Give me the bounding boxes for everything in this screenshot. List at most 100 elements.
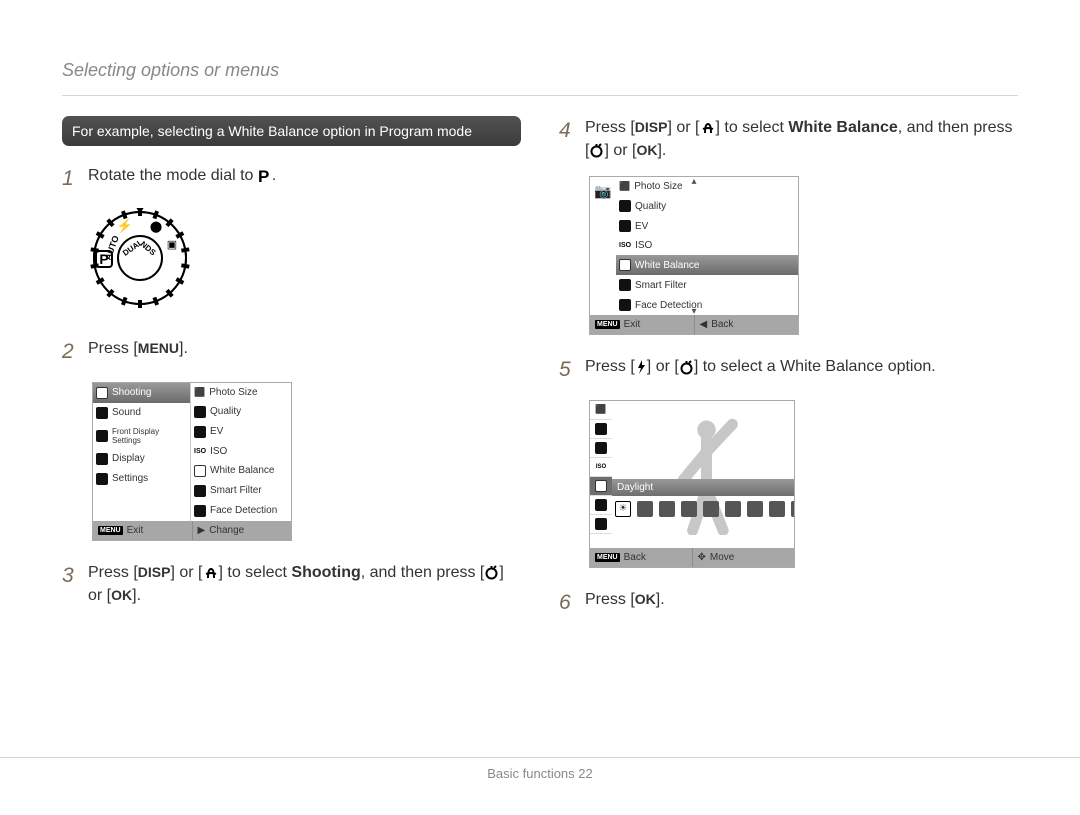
face-detection-icon (619, 299, 631, 311)
shooting-bold: Shooting (291, 564, 360, 581)
menu-tab-sound: Sound (93, 403, 190, 423)
wb-item-photo-size: ⬛Photo Size (616, 177, 798, 196)
iso-icon: ISO (619, 242, 631, 249)
step3-text-a: Press [ (88, 564, 138, 581)
wb-item-white-balance: White Balance (616, 255, 798, 275)
wb-option (791, 501, 795, 517)
step3-text-d: , and then press [ (361, 564, 485, 581)
sound-icon (96, 407, 108, 419)
step4-text-a: Press [ (585, 119, 635, 136)
macro-icon (203, 566, 219, 580)
quality-icon (619, 200, 631, 212)
ev-icon (619, 220, 631, 232)
step5-text-c: ] to select a White Balance option. (694, 358, 936, 375)
wb-option (747, 501, 763, 517)
page-footer: Basic functions 22 (0, 757, 1080, 781)
menu-item-smart-filter: Smart Filter (191, 481, 291, 501)
divider (62, 95, 1018, 96)
menu-item-photo-size: ⬛Photo Size (191, 383, 291, 402)
menu-tab-settings: Settings (93, 469, 190, 489)
step-number: 5 (559, 355, 575, 385)
menu-item-quality: Quality (191, 402, 291, 422)
wb-item-face-detection: Face Detection (616, 295, 798, 315)
step-number: 6 (559, 588, 575, 618)
wb-option (725, 501, 741, 517)
menu-item-ev: EV (191, 422, 291, 442)
page-header: Selecting options or menus (62, 60, 1018, 81)
wb-icon (595, 480, 607, 492)
footer-section: Basic functions (487, 766, 578, 781)
step1-text-b: . (272, 167, 276, 184)
lcd2-bar-exit: Exit (624, 319, 641, 330)
mode-dial-illustration: DUAL NDS AUTO P ⚡ ⬤ ▣ (90, 208, 521, 313)
disp-button-label: DISP (138, 564, 171, 580)
footer-page-number: 22 (578, 766, 592, 781)
iso-icon: ISO (194, 448, 206, 455)
step-4: 4 Press [DISP] or [] to select White Bal… (559, 116, 1018, 162)
timer-icon (589, 143, 604, 158)
lcd3-bar-move: Move (710, 552, 734, 563)
step-5: 5 Press [] or [] to select a White Balan… (559, 355, 1018, 385)
wb-option-daylight: ☀ (615, 501, 631, 517)
left-arrow-icon: ◀ (700, 319, 708, 330)
step4-text-c: ] to select (716, 119, 789, 136)
step4-text-b: ] or [ (667, 119, 699, 136)
lcd3-bar-back: Back (624, 552, 646, 563)
timer-icon (679, 360, 694, 375)
step1-text-a: Rotate the mode dial to (88, 167, 258, 184)
macro-icon (700, 121, 716, 135)
step-number: 1 (62, 164, 78, 194)
step-number: 2 (62, 337, 78, 367)
scroll-up-icon: ▴ (691, 176, 696, 187)
step-1: 1 Rotate the mode dial to P . (62, 164, 521, 194)
step3-text-b: ] or [ (170, 564, 202, 581)
camera-icon (96, 387, 108, 399)
right-arrow-icon: ▶ (198, 525, 206, 536)
step5-text-a: Press [ (585, 358, 635, 375)
svg-text:P: P (258, 168, 269, 184)
photo-size-icon: ⬛ (194, 387, 205, 398)
front-display-icon (96, 430, 108, 442)
smart-filter-icon (595, 499, 607, 511)
svg-text:▣: ▣ (167, 239, 177, 251)
wb-icon (194, 465, 206, 477)
photo-size-icon: ⬛ (595, 404, 606, 415)
step2-text-b: ]. (179, 340, 188, 357)
face-detection-icon (194, 505, 206, 517)
menu-key-icon: MENU (595, 320, 620, 329)
ok-button-label: OK (635, 591, 656, 607)
ok-button-label: OK (111, 587, 132, 603)
wb-option (637, 501, 653, 517)
lcd-wb-list-screen: ▴ 📷 ⬛Photo Size Quality EV ISOISO White … (589, 176, 799, 335)
menu-item-white-balance: White Balance (191, 461, 291, 481)
svg-text:⚡: ⚡ (117, 218, 133, 234)
ev-icon (194, 426, 206, 438)
wb-item-quality: Quality (616, 196, 798, 216)
right-column: 4 Press [DISP] or [] to select White Bal… (559, 116, 1018, 632)
step6-text-a: Press [ (585, 591, 635, 608)
step-6: 6 Press [OK]. (559, 588, 1018, 618)
mode-p-icon: P (258, 168, 272, 184)
left-column: For example, selecting a White Balance o… (62, 116, 521, 632)
step-2: 2 Press [MENU]. (62, 337, 521, 367)
svg-text:P: P (99, 251, 108, 267)
wb-option (681, 501, 697, 517)
ok-button-label: OK (636, 142, 657, 158)
wb-icon (619, 259, 631, 271)
wb-options-row: ☀ (612, 499, 794, 519)
iso-icon: ISO (596, 464, 606, 470)
scroll-down-icon: ▾ (691, 306, 696, 317)
step-number: 3 (62, 561, 78, 591)
lcd-wb-preview-screen: ▴ ⬛ ISO Daylight (589, 400, 795, 568)
face-detection-icon (595, 518, 607, 530)
menu-tab-front-display: Front Display Settings (93, 423, 190, 449)
wb-selected-label: Daylight (617, 482, 653, 493)
photo-size-icon: ⬛ (619, 181, 630, 192)
step-3: 3 Press [DISP] or [] to select Shooting,… (62, 561, 521, 607)
gear-icon (96, 473, 108, 485)
smart-filter-icon (619, 279, 631, 291)
step6-text-b: ]. (656, 591, 665, 608)
menu-item-face-detection: Face Detection (191, 501, 291, 521)
step-number: 4 (559, 116, 575, 146)
step4-text-f: ]. (657, 142, 666, 159)
